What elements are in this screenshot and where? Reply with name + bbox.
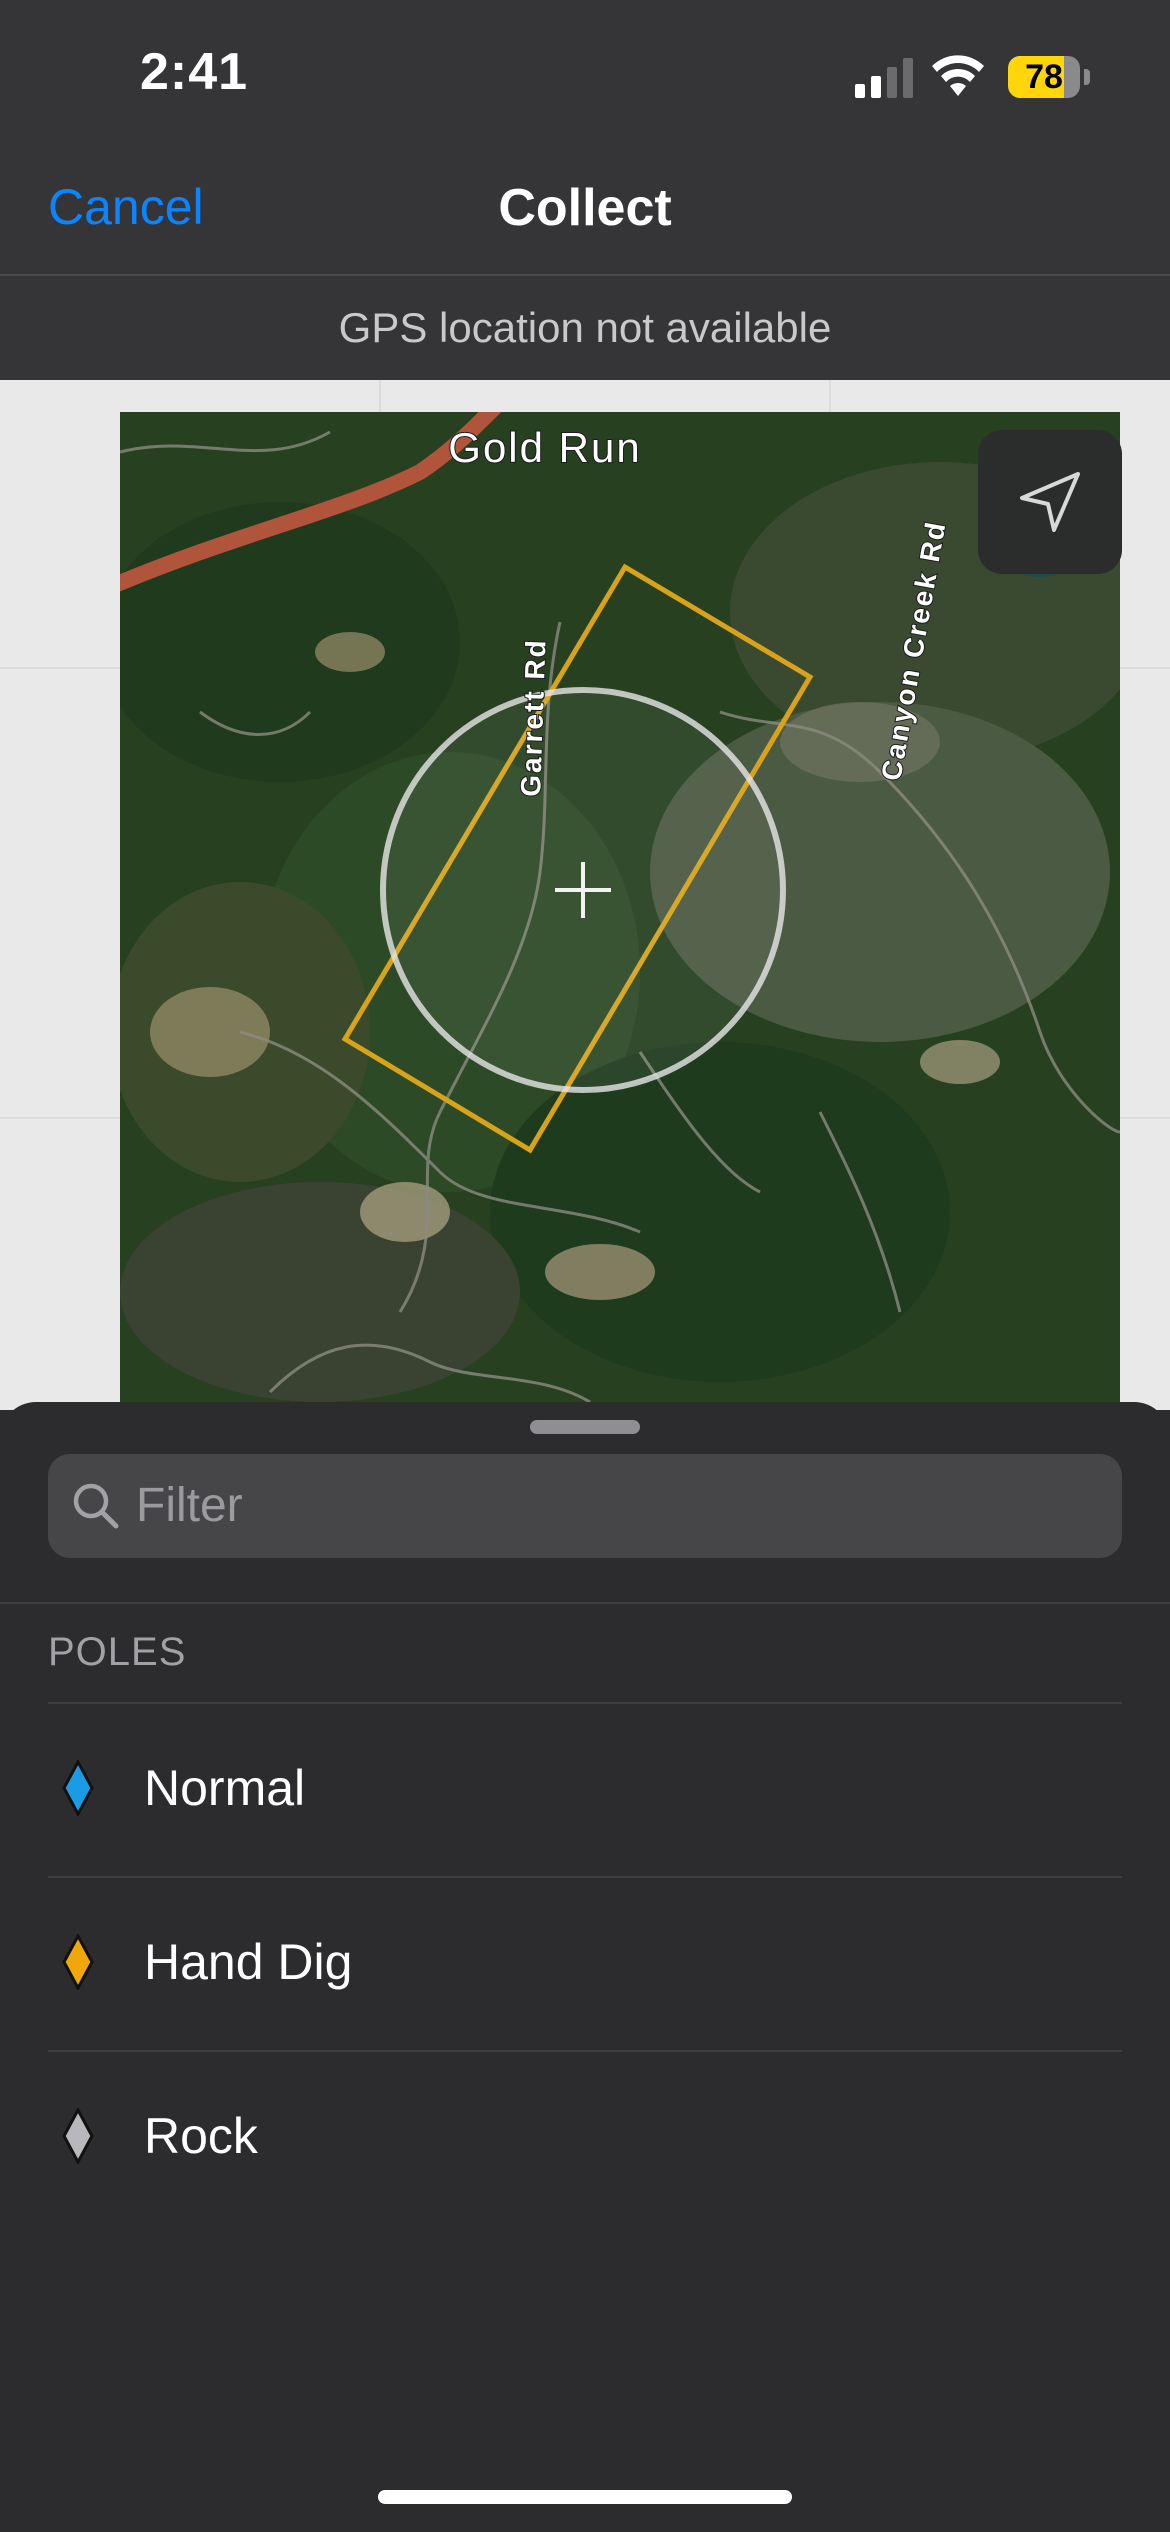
clock: 2:41 [140, 43, 249, 101]
list-item-normal[interactable]: Normal [48, 1702, 1122, 1874]
battery-percent: 78 [1025, 58, 1063, 96]
location-arrow-icon [1020, 472, 1080, 532]
list-item-label: Hand Dig [144, 1934, 353, 1990]
diamond-marker-icon [62, 1934, 94, 1990]
map-label-road: Garrett Rd [515, 638, 552, 797]
filter-search-field[interactable]: Filter [48, 1454, 1122, 1558]
section-header-poles: POLES [48, 1630, 187, 1674]
wifi-icon [932, 55, 984, 96]
home-indicator[interactable] [378, 2490, 792, 2504]
list-item-hand-dig[interactable]: Hand Dig [48, 1876, 1122, 2048]
list-item-rock[interactable]: Rock [48, 2050, 1122, 2222]
page-title: Collect [498, 179, 672, 237]
navigation-bar: Cancel Collect [0, 150, 1170, 276]
divider [0, 1602, 1170, 1604]
diamond-marker-icon [62, 2108, 94, 2164]
list-item-label: Normal [144, 1760, 306, 1816]
map-canvas: Gold Run Garrett Rd Canyon Creek Rd [120, 412, 1120, 1412]
list-item-label: Rock [144, 2108, 258, 2164]
locate-me-button[interactable] [978, 430, 1122, 574]
filter-placeholder: Filter [136, 1479, 243, 1532]
gps-status-banner: GPS location not available [0, 276, 1170, 380]
satellite-map[interactable]: Gold Run Garrett Rd Canyon Creek Rd [120, 412, 1120, 1412]
search-icon [73, 1483, 119, 1529]
status-bar: 2:41 78 [0, 0, 1170, 150]
map-label-place: Gold Run [448, 424, 641, 471]
diamond-marker-icon [62, 1760, 94, 1816]
battery-icon: 78 [1008, 56, 1090, 98]
feature-type-sheet: Filter POLES Normal Hand Dig Rock [0, 1402, 1170, 2532]
cellular-signal-icon [855, 58, 913, 98]
gps-status-text: GPS location not available [338, 304, 832, 351]
sheet-grabber[interactable] [530, 1420, 640, 1434]
